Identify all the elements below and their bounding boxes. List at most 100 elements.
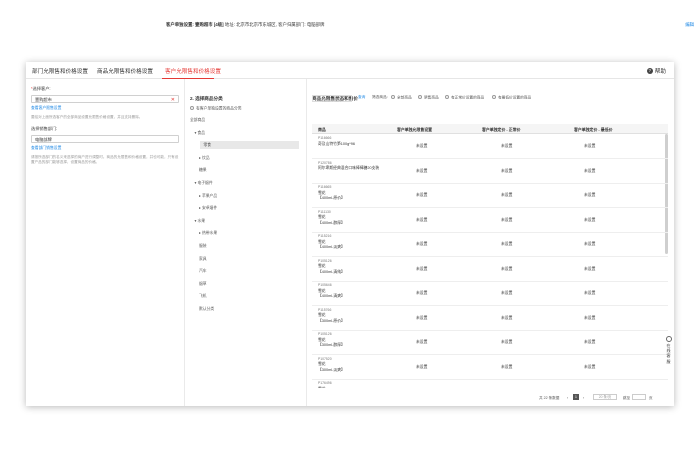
- category-tree-item[interactable]: 家具: [185, 255, 207, 263]
- left-panel: *选择客户: 壹购超市 ✕ 查看客户限售设置 要给对上面所选客户的全部商品设置允…: [26, 79, 185, 406]
- filter-min-price[interactable]: 有最低价设置的商品: [492, 95, 531, 100]
- min-price-value: 未设置: [584, 217, 596, 222]
- category-label: 糖果: [199, 168, 207, 173]
- product-search-input[interactable]: ⌕ 商品名称/编码: [312, 94, 352, 102]
- table-header: 商品 客户单独允限售设置 客户单独定价 - 正常价 客户单独定价 - 最低价: [312, 124, 668, 134]
- product-code: P111130: [318, 209, 331, 214]
- category-tree-item[interactable]: 烟草: [185, 280, 207, 288]
- page-size-select[interactable]: 20 条/页: [593, 394, 617, 400]
- sale-setting-value: 未设置: [416, 168, 428, 173]
- category-tree-item[interactable]: 服装: [185, 242, 207, 250]
- category-tree-item[interactable]: 飞机: [185, 292, 207, 300]
- product-spec: 【300ml-淡爽】: [318, 367, 345, 372]
- category-tree-item[interactable]: ▾ 电子烟件: [185, 179, 213, 187]
- page-1-button[interactable]: 1: [573, 394, 579, 400]
- product-name: 雪花: [318, 313, 326, 317]
- category-tree-item[interactable]: 糖果: [185, 166, 207, 174]
- product-spec: 【400ml-原价】: [318, 196, 345, 200]
- info-extra: 客户归属部门: 电脑部牌: [278, 22, 325, 27]
- customer-value: 壹购超市: [35, 97, 52, 103]
- category-tree-item[interactable]: 零食: [200, 141, 299, 150]
- category-tree-item[interactable]: ▸ 安卓烟件: [185, 204, 217, 212]
- product-spec: 【300ml-原价】: [318, 318, 345, 323]
- filter-all[interactable]: 全部商品: [391, 95, 412, 100]
- radio-icon: [445, 95, 449, 99]
- min-price-value: 未设置: [584, 168, 596, 173]
- min-price-value: 未设置: [584, 242, 596, 246]
- edit-link[interactable]: 编辑: [685, 22, 694, 28]
- category-label: 安卓烟件: [201, 206, 218, 211]
- tab-bar: 部门允限售和价格设置 商品允限售和价格设置 客户允限售和价格设置 ? 帮助: [26, 62, 674, 79]
- product-name: 雪花: [318, 288, 326, 293]
- col-normal-price: 客户单独定价 - 正常价: [482, 127, 521, 132]
- help-link[interactable]: ? 帮助: [646, 67, 666, 75]
- tab-customer-settings[interactable]: 客户允限售和价格设置: [165, 67, 221, 75]
- product-name: 奇及山特竹笋100g*96: [318, 141, 355, 146]
- sale-setting-value: 未设置: [416, 193, 428, 197]
- sale-setting-value: 未设置: [416, 291, 428, 295]
- category-tree-item[interactable]: ▸ 饮品: [185, 154, 210, 162]
- table-row: P107520 雪花 【300ml-淡爽】 未设置 未设置 未设置: [312, 355, 668, 380]
- product-name: 雪花: [318, 264, 326, 268]
- category-section-title: 2. 选择商品分类: [190, 96, 223, 101]
- min-price-value: 未设置: [584, 340, 596, 344]
- product-code: P107520: [318, 356, 332, 361]
- product-spec: 【400ml-清纯】: [318, 269, 345, 274]
- category-label: 服装: [199, 244, 207, 248]
- filter-normal-price[interactable]: 有正常价设置的商品: [445, 95, 484, 100]
- category-tree-item[interactable]: 汽车: [185, 267, 207, 275]
- department-select[interactable]: 电脑部牌: [31, 135, 179, 143]
- product-code: P115766: [318, 307, 332, 312]
- sale-setting-value: 未设置: [416, 217, 428, 222]
- search-button[interactable]: 查询: [358, 95, 365, 100]
- min-price-value: 未设置: [584, 364, 596, 369]
- product-name: 雪花: [318, 215, 326, 219]
- category-tree-item[interactable]: ▸ 热带水果: [185, 229, 217, 237]
- table-row: P105126 雪花 【400ml-清纯】 未设置 未设置 未设置: [312, 257, 668, 282]
- clear-icon[interactable]: ✕: [171, 97, 175, 103]
- search-icon: ⌕: [314, 96, 317, 102]
- view-department-settings-link[interactable]: 查看部门销售设置: [31, 146, 179, 151]
- online-service-widget[interactable]: 在 线 客 服: [664, 336, 673, 370]
- product-spec: 【300ml-醇厚】: [318, 343, 345, 347]
- goto-label: 跳至: [623, 395, 631, 400]
- min-price-value: 未设置: [584, 266, 596, 271]
- product-name: 雪花: [318, 239, 326, 244]
- col-min-price: 客户单独定价 - 最低价: [574, 127, 613, 132]
- table-row: P116666 奇及山特竹笋100g*96 未设置 未设置 未设置: [312, 134, 668, 159]
- category-tree-item[interactable]: 全部商品: [185, 116, 205, 124]
- product-name: 雪花: [318, 387, 326, 389]
- product-code: P120786: [318, 160, 332, 165]
- help-label: 帮助: [654, 69, 666, 75]
- category-label: 水果: [197, 218, 206, 223]
- category-tree-item[interactable]: 默认分类: [185, 305, 214, 313]
- customer-select[interactable]: 壹购超市 ✕: [31, 95, 179, 103]
- category-label: 热带水果: [201, 231, 218, 236]
- filter-banned[interactable]: 禁售商品: [418, 95, 439, 100]
- normal-price-value: 未设置: [501, 291, 513, 295]
- customer-label: *选择客户:: [31, 86, 51, 91]
- goto-suffix: 页: [649, 395, 653, 400]
- product-code: P105126: [318, 332, 332, 336]
- view-customer-settings-link[interactable]: 查看客户限售设置: [31, 106, 179, 111]
- sale-setting-value: 未设置: [416, 266, 428, 271]
- tab-product-settings[interactable]: 商品允限售和价格设置: [97, 67, 153, 75]
- tab-department-settings[interactable]: 部门允限售和价格设置: [32, 67, 88, 75]
- category-filter-radio[interactable]: 有客户单独设置的商品分类: [190, 106, 242, 111]
- goto-page-input[interactable]: [632, 394, 646, 400]
- prev-page-button[interactable]: ‹: [567, 396, 568, 400]
- radio-icon: [391, 95, 395, 99]
- category-tree-item[interactable]: ▾ 水果: [185, 217, 206, 225]
- pagination: 共 22 条数据 ‹ 1 › 20 条/页 跳至 页: [539, 394, 669, 402]
- product-code: P105646: [318, 283, 332, 287]
- category-label: 全部商品: [190, 118, 206, 122]
- department-label: 选择销售部门:: [31, 126, 58, 131]
- info-prefix: 客户单独设置:: [166, 22, 194, 27]
- sale-setting-value: 未设置: [416, 242, 428, 246]
- sale-setting-value: 未设置: [416, 315, 428, 320]
- category-tree-item[interactable]: ▸ 苹果产品: [185, 192, 217, 200]
- product-code: P116666: [318, 136, 332, 140]
- category-tree-item[interactable]: ▾ 食品: [185, 129, 206, 137]
- next-page-button[interactable]: ›: [583, 396, 584, 400]
- col-sale-setting: 客户单独允限售设置: [397, 127, 433, 132]
